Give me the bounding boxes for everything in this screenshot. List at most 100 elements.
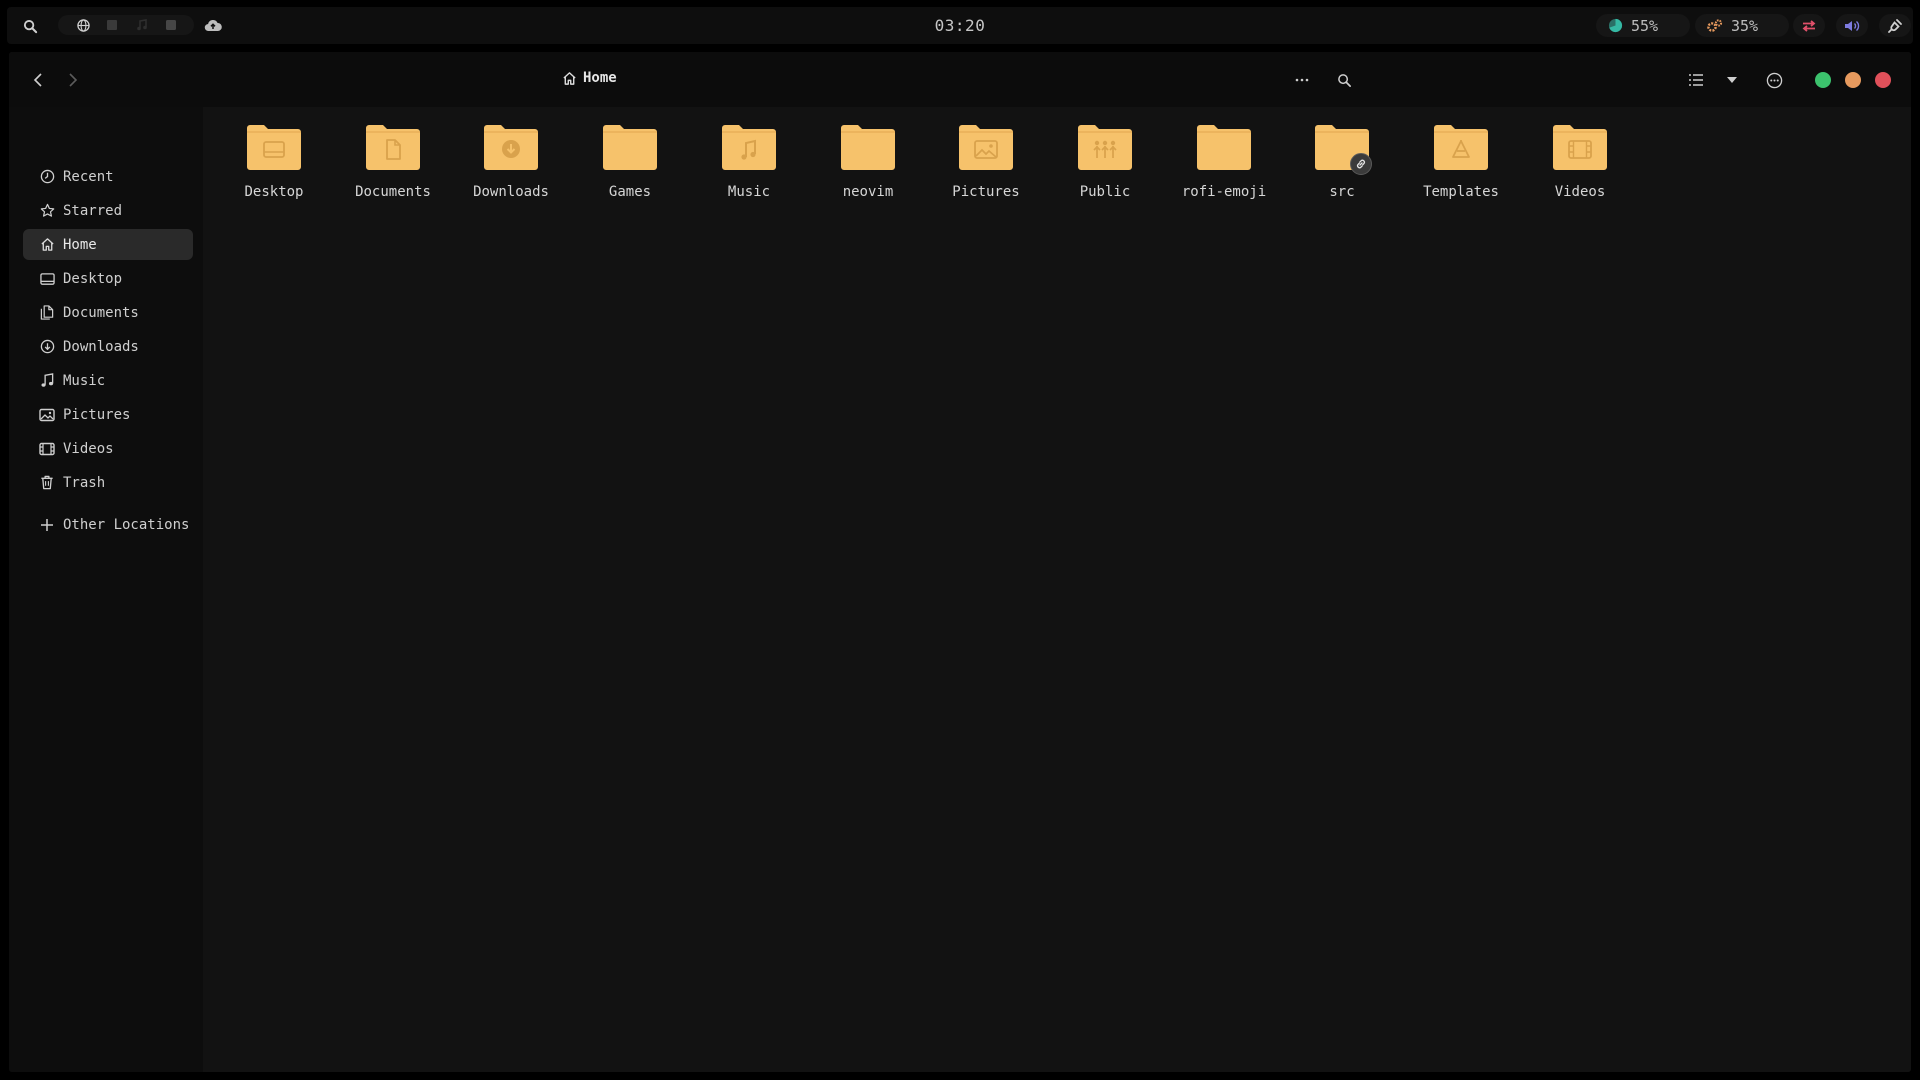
folder-item[interactable]: Documents [338,122,448,212]
sidebar-item-starred[interactable]: Starred [23,195,193,226]
trash-icon [39,475,55,491]
folder-item[interactable]: Public [1050,122,1160,212]
maximize-button[interactable] [1845,72,1861,88]
search-icon[interactable] [21,17,39,35]
folder-item[interactable]: Videos [1525,122,1635,212]
header-bar: Home [9,52,1911,107]
star-icon [39,203,55,219]
folder-icon [601,122,659,172]
sidebar-item-home[interactable]: Home [23,229,193,260]
videos-folder-icon [1551,122,1609,172]
folder-name: Templates [1423,184,1499,200]
folder-name: Desktop [244,184,304,200]
sidebar-item-videos[interactable]: Videos [23,433,193,464]
folder-item[interactable]: src [1287,122,1397,212]
download-icon [39,339,55,355]
sidebar-item-pictures[interactable]: Pictures [23,399,193,430]
pie-chart-icon [1608,18,1623,33]
folder-name: Pictures [952,184,1020,200]
sidebar-item-documents[interactable]: Documents [23,297,193,328]
cpu-value: 55% [1631,16,1659,35]
sidebar-item-label: Documents [63,304,139,321]
sidebar-item-music[interactable]: Music [23,365,193,396]
window-icon[interactable] [105,18,119,32]
sidebar-item-trash[interactable]: Trash [23,467,193,498]
templates-folder-icon [1432,122,1490,172]
sidebar-item-other-locations[interactable]: Other Locations [23,509,193,540]
folder-item[interactable]: Templates [1406,122,1516,212]
documents-folder-icon [364,122,422,172]
folder-name: Music [727,184,771,200]
downloads-folder-icon [482,122,540,172]
sidebar-item-label: Other Locations [63,516,190,533]
main-menu-button[interactable] [1759,65,1789,95]
back-button[interactable] [23,65,53,95]
sidebar-item-label: Starred [63,202,123,219]
sidebar: Recent Starred Home Desktop Documents Do… [9,107,203,1072]
sidebar-item-label: Music [63,372,106,389]
folder-item[interactable]: rofi-emoji [1169,122,1279,212]
documents-icon [39,305,55,321]
sidebar-item-label: Desktop [63,270,123,287]
sidebar-item-label: Downloads [63,338,139,355]
folder-name: Downloads [473,184,549,200]
workspace-switcher [58,15,194,35]
folder-item[interactable]: Downloads [456,122,566,212]
memory-value: 35% [1731,16,1759,35]
pictures-folder-icon [957,122,1015,172]
home-icon [562,71,577,86]
square-icon[interactable] [164,18,178,32]
clock-icon [39,169,55,185]
public-folder-icon [1076,122,1134,172]
folder-grid: Desktop Documents Downloads Games Music neovi… [203,107,1911,1072]
symlink-folder-icon [1313,122,1372,175]
home-icon [39,237,55,253]
memory-indicator[interactable]: 35% [1695,14,1789,37]
desktop-folder-icon [245,122,303,172]
forward-button[interactable] [58,65,88,95]
link-icon [1350,153,1372,175]
sidebar-item-downloads[interactable]: Downloads [23,331,193,362]
folder-item[interactable]: Pictures [931,122,1041,212]
network-icon [1801,19,1817,32]
location-label: Home [583,70,617,86]
folder-name: Videos [1554,184,1606,200]
folder-icon [1195,122,1253,172]
file-manager-window: Home Recent Starred Home Desktop Documen… [9,52,1911,1072]
sidebar-item-label: Pictures [63,406,131,423]
plug-icon [1888,18,1902,33]
location-bar[interactable]: Home [562,70,617,86]
power-indicator[interactable] [1879,14,1911,37]
search-button[interactable] [1329,65,1359,95]
folder-item[interactable]: Desktop [219,122,329,212]
sidebar-item-label: Recent [63,168,114,185]
minimize-button[interactable] [1815,72,1831,88]
folder-name: Public [1079,184,1131,200]
globe-icon[interactable] [76,18,90,32]
folder-name: rofi-emoji [1181,184,1267,200]
desktop-icon [39,271,55,287]
sidebar-item-recent[interactable]: Recent [23,161,193,192]
plus-icon [39,517,55,533]
view-options-dropdown[interactable] [1717,65,1747,95]
folder-name: Documents [355,184,431,200]
volume-indicator[interactable] [1836,14,1868,37]
folder-icon [839,122,897,172]
network-indicator[interactable] [1793,14,1825,37]
volume-icon [1844,19,1860,33]
cpu-indicator[interactable]: 55% [1596,14,1690,37]
cloud-upload-icon[interactable] [203,16,223,34]
folder-item[interactable]: Games [575,122,685,212]
folder-item[interactable]: Music [694,122,804,212]
music-note-icon[interactable] [135,18,149,32]
folder-item[interactable]: neovim [813,122,923,212]
music-icon [39,373,55,389]
folder-name: Games [608,184,652,200]
list-view-button[interactable] [1681,65,1711,95]
close-button[interactable] [1875,72,1891,88]
folder-name: neovim [842,184,894,200]
sidebar-item-desktop[interactable]: Desktop [23,263,193,294]
gears-icon [1707,18,1723,33]
sidebar-item-label: Videos [63,440,114,457]
path-menu-button[interactable] [1287,65,1317,95]
